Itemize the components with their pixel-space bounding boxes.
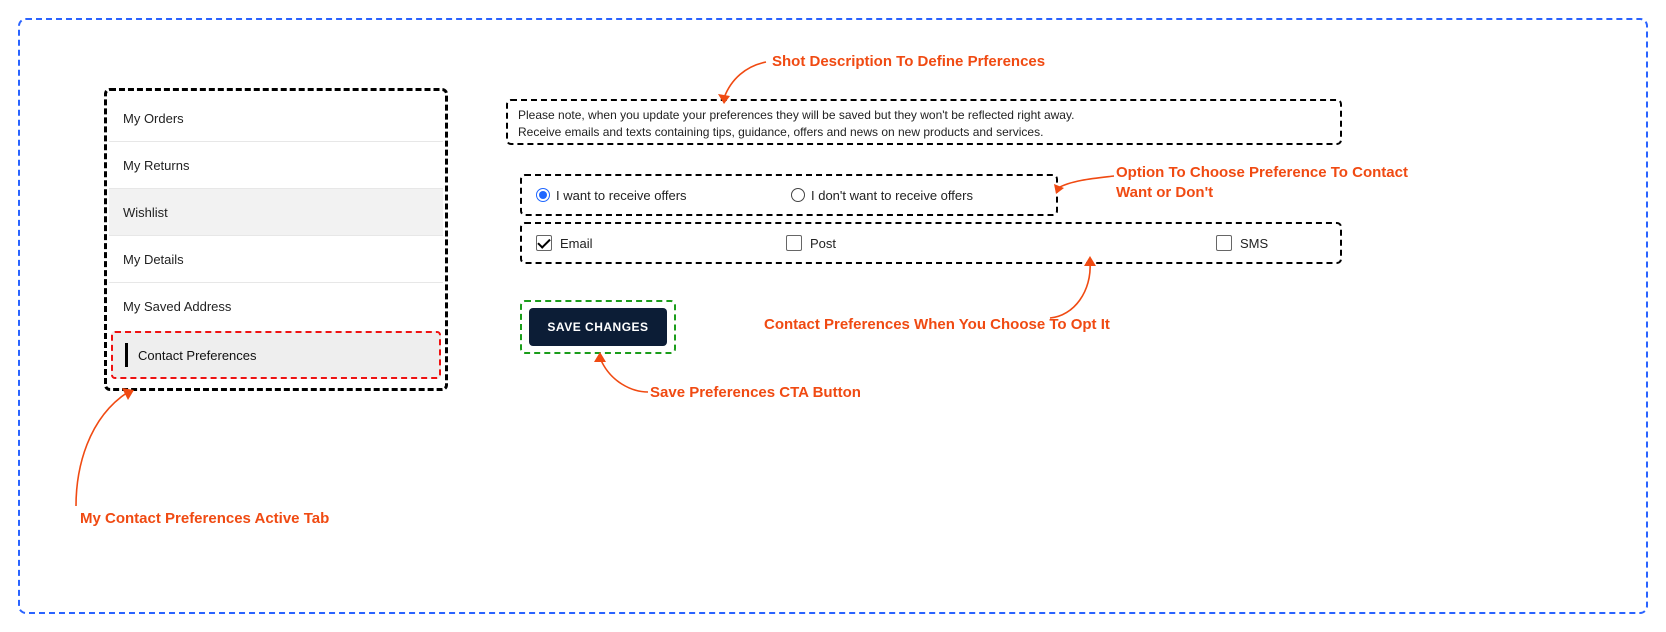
annotation-active-tab: My Contact Preferences Active Tab [80,510,329,527]
preferences-description: Please note, when you update your prefer… [506,99,1342,145]
checkbox-icon [786,235,802,251]
checkbox-label: SMS [1240,236,1268,251]
channel-options-row: Email Post SMS [520,222,1342,264]
arrow-icon [1044,256,1104,326]
save-button-highlight: SAVE CHANGES [520,300,676,354]
arrow-icon [716,54,776,104]
radio-label: I want to receive offers [556,188,687,203]
sidebar-item-details[interactable]: My Details [109,236,443,282]
checkbox-post[interactable]: Post [786,235,1216,251]
arrow-icon [592,352,654,396]
radio-want-offers[interactable]: I want to receive offers [522,188,777,203]
annotation-button: Save Preferences CTA Button [650,384,861,401]
save-changes-button[interactable]: SAVE CHANGES [529,308,666,346]
checkbox-icon [1216,235,1232,251]
description-line-1: Please note, when you update your prefer… [518,107,1330,124]
annotation-options: Option To Choose Preference To Contact W… [1116,163,1436,202]
radio-dont-want-offers[interactable]: I don't want to receive offers [777,188,987,203]
annotation-description: Shot Description To Define Prferences [772,53,1045,70]
sidebar-item-label: Contact Preferences [138,348,257,363]
arrow-icon [1052,170,1122,210]
radio-icon [791,188,805,202]
active-indicator [125,343,128,367]
sidebar-item-wishlist[interactable]: Wishlist [109,189,443,235]
sidebar-item-label: My Saved Address [123,299,231,314]
sidebar-item-label: My Details [123,252,184,267]
sidebar: My Orders My Returns Wishlist My Details… [104,88,448,391]
sidebar-item-returns[interactable]: My Returns [109,142,443,188]
sidebar-item-address[interactable]: My Saved Address [109,283,443,329]
checkbox-icon [536,235,552,251]
sidebar-item-orders[interactable]: My Orders [109,95,443,141]
checkbox-email[interactable]: Email [536,235,786,251]
sidebar-item-contact-preferences-active[interactable]: Contact Preferences [111,331,441,379]
diagram-canvas: My Orders My Returns Wishlist My Details… [18,18,1648,614]
sidebar-item-label: Wishlist [123,205,168,220]
arrow-icon [58,388,138,512]
sidebar-item-label: My Returns [123,158,189,173]
description-line-2: Receive emails and texts containing tips… [518,124,1330,141]
radio-icon [536,188,550,202]
offer-options-row: I want to receive offers I don't want to… [520,174,1058,216]
checkbox-label: Email [560,236,593,251]
checkbox-sms[interactable]: SMS [1216,235,1268,251]
sidebar-item-label: My Orders [123,111,184,126]
radio-label: I don't want to receive offers [811,188,973,203]
checkbox-label: Post [810,236,836,251]
